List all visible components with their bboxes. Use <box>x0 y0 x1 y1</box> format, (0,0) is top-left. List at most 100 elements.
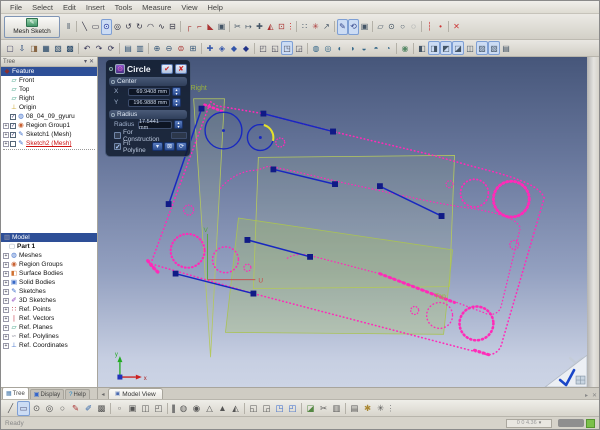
tree-item-ref-points[interactable]: + ∷ Ref. Points <box>1 305 97 314</box>
x-spinner[interactable]: ▴▾ <box>172 87 181 96</box>
sphere-shaded-icon[interactable]: ◍ <box>177 401 190 416</box>
merge-points-tool-icon[interactable]: ▣ <box>359 19 370 35</box>
point-entity-icon[interactable]: ┆ <box>424 19 435 35</box>
fit-option-delete-button[interactable]: ⊠ <box>164 142 175 151</box>
filter-mesh-icon[interactable]: ◩ <box>440 41 452 55</box>
mesh-points-icon[interactable]: ◐ <box>334 41 346 55</box>
view-cube-front-icon[interactable]: ◱ <box>269 41 281 55</box>
close-panel-icon[interactable]: ✕ <box>88 58 95 65</box>
undo-icon[interactable]: ↶ <box>81 41 93 55</box>
visibility-checkbox[interactable]: ✓ <box>10 132 16 138</box>
auto-constraint-icon[interactable]: ↗ <box>321 19 332 35</box>
radius-spinner[interactable]: ▴▾ <box>174 120 183 129</box>
mesh-shaded-icon[interactable]: ◎ <box>322 41 334 55</box>
display-point-icon[interactable]: ⊙ <box>30 401 43 416</box>
exit-tool-icon[interactable]: ✕ <box>451 19 462 35</box>
tree-item-ref-planes[interactable]: + ▱ Ref. Planes <box>1 323 97 332</box>
expander-icon[interactable]: + <box>3 280 9 286</box>
display-wire-icon[interactable]: ○ <box>56 401 69 416</box>
construction-extra-field[interactable] <box>171 132 187 139</box>
expander-icon[interactable]: + <box>3 343 9 349</box>
handle-divider[interactable]: ❚ <box>170 401 177 416</box>
tree-item-feature-root[interactable]: ◆ Feature <box>1 67 97 76</box>
overflow-handle[interactable]: ⋮ <box>387 401 394 416</box>
display-line-icon[interactable]: ╱ <box>4 401 17 416</box>
radius-value-field[interactable]: 17.5441 mm <box>138 121 172 129</box>
x-value-field[interactable]: 69.9408 mm <box>128 88 170 96</box>
offset-tool-icon[interactable]: ▣ <box>216 19 227 35</box>
circle-tool-icon[interactable]: ⊙ <box>101 19 112 35</box>
more-tools-icon[interactable]: ⋮ <box>287 19 294 35</box>
refresh-icon[interactable]: ⟳ <box>105 41 117 55</box>
filter-surface-icon[interactable]: ◨ <box>428 41 440 55</box>
view-cube-left-icon[interactable]: ◳ <box>281 41 293 55</box>
view-iso-icon[interactable]: ◆ <box>240 41 252 55</box>
filter-region-icon[interactable]: ▤ <box>500 41 512 55</box>
ellipse-entity-icon[interactable]: ○ <box>397 19 408 35</box>
extend-tool-icon[interactable]: ↦ <box>243 19 254 35</box>
tree-item-solid-bodies[interactable]: + ▣ Solid Bodies <box>1 278 97 287</box>
filter-point-icon[interactable]: ▨ <box>476 41 488 55</box>
tree-item-3d-sketches[interactable]: + ✐ 3D Sketches <box>1 296 97 305</box>
tree-item-sketch2[interactable]: + ✎ Sketch2 (Mesh) <box>1 139 97 148</box>
copy-display-icon[interactable]: ▥ <box>330 401 343 416</box>
settings-display-icon[interactable]: ✳ <box>374 401 387 416</box>
cancel-button[interactable]: ✘ <box>175 64 187 74</box>
expander-icon[interactable]: + <box>3 325 9 331</box>
fit-polyline-checkbox[interactable] <box>114 143 121 150</box>
filter-sketch-icon[interactable]: ◪ <box>452 41 464 55</box>
expander-icon[interactable]: + <box>3 316 9 322</box>
tree-item-meshes[interactable]: + ◍ Meshes <box>1 251 97 260</box>
tree-item-right[interactable]: ▱ Right <box>1 94 97 103</box>
rectangle-tool-icon[interactable]: ▭ <box>90 19 101 35</box>
menu-item[interactable]: Select <box>27 3 58 12</box>
mesh-edges-icon[interactable]: ◒ <box>358 41 370 55</box>
zoom-area-icon[interactable]: ⊞ <box>187 41 199 55</box>
pattern-tool-icon[interactable]: ∷ <box>299 19 310 35</box>
tab-close-icon[interactable]: ✕ <box>590 392 599 399</box>
y-spinner[interactable]: ▴▾ <box>172 98 181 107</box>
visibility-checkbox[interactable]: ✓ <box>10 123 16 129</box>
save-as-icon[interactable]: ▧ <box>52 41 64 55</box>
display-shaded-icon[interactable]: ▭ <box>17 401 30 416</box>
trim-tool-icon[interactable]: ✂ <box>232 19 243 35</box>
cube-d-icon[interactable]: ◰ <box>286 401 299 416</box>
capture-icon[interactable]: ▤ <box>122 41 134 55</box>
arc-cw-tool-icon[interactable]: ↻ <box>134 19 145 35</box>
tab-help[interactable]: ? Help <box>65 389 90 399</box>
menu-item[interactable]: Edit <box>58 3 81 12</box>
pen-icon[interactable]: ✎ <box>69 401 82 416</box>
zoom-fit-icon[interactable]: ⊜ <box>175 41 187 55</box>
section-bars-icon[interactable]: ‖ <box>63 19 74 35</box>
cube-b-icon[interactable]: ◲ <box>260 401 273 416</box>
expander-icon[interactable]: + <box>3 307 9 313</box>
tree-item-sketch1[interactable]: + ✓ ✎ Sketch1 (Mesh) <box>1 130 97 139</box>
tree-item-ref-polylines[interactable]: + ∽ Ref. Polylines <box>1 332 97 341</box>
expander-icon[interactable]: + <box>3 132 9 138</box>
parallelogram-entity-icon[interactable]: ▱ <box>375 19 386 35</box>
view-cube-top-icon[interactable]: ◰ <box>257 41 269 55</box>
y-value-field[interactable]: 196.9888 mm <box>128 99 170 107</box>
tab-scroll-left-icon[interactable]: ◂ <box>98 389 108 399</box>
brush-icon[interactable]: ✐ <box>82 401 95 416</box>
tree-item-front[interactable]: ▱ Front <box>1 76 97 85</box>
pyramid-a-icon[interactable]: △ <box>203 401 216 416</box>
box-wire-icon[interactable]: ▫ <box>113 401 126 416</box>
zoom-out-icon[interactable]: ⊖ <box>163 41 175 55</box>
menu-item[interactable]: Help <box>202 3 227 12</box>
arc-tangent-tool-icon[interactable]: ◠ <box>145 19 156 35</box>
expander-icon[interactable]: + <box>3 289 9 295</box>
mesh-wire-icon[interactable]: ◑ <box>346 41 358 55</box>
mesh-flat-icon[interactable]: ◓ <box>370 41 382 55</box>
redo-icon[interactable]: ↷ <box>93 41 105 55</box>
arc-entity-icon[interactable]: ◌ <box>408 19 419 35</box>
tab-tree[interactable]: ▦ Tree <box>2 387 29 399</box>
tab-display[interactable]: ▣ Display <box>30 389 64 399</box>
line-tool-icon[interactable]: ╲ <box>79 19 90 35</box>
plane-display-icon[interactable]: ◪ <box>304 401 317 416</box>
accept-button[interactable]: ✔ <box>161 64 173 74</box>
mesh-smooth-icon[interactable]: ◔ <box>382 41 394 55</box>
coordinate-readout[interactable]: 0 0 4.36 ▾ <box>506 419 552 428</box>
cut-plane-icon[interactable]: ✂ <box>317 401 330 416</box>
circle-entity-icon[interactable]: ⊙ <box>386 19 397 35</box>
